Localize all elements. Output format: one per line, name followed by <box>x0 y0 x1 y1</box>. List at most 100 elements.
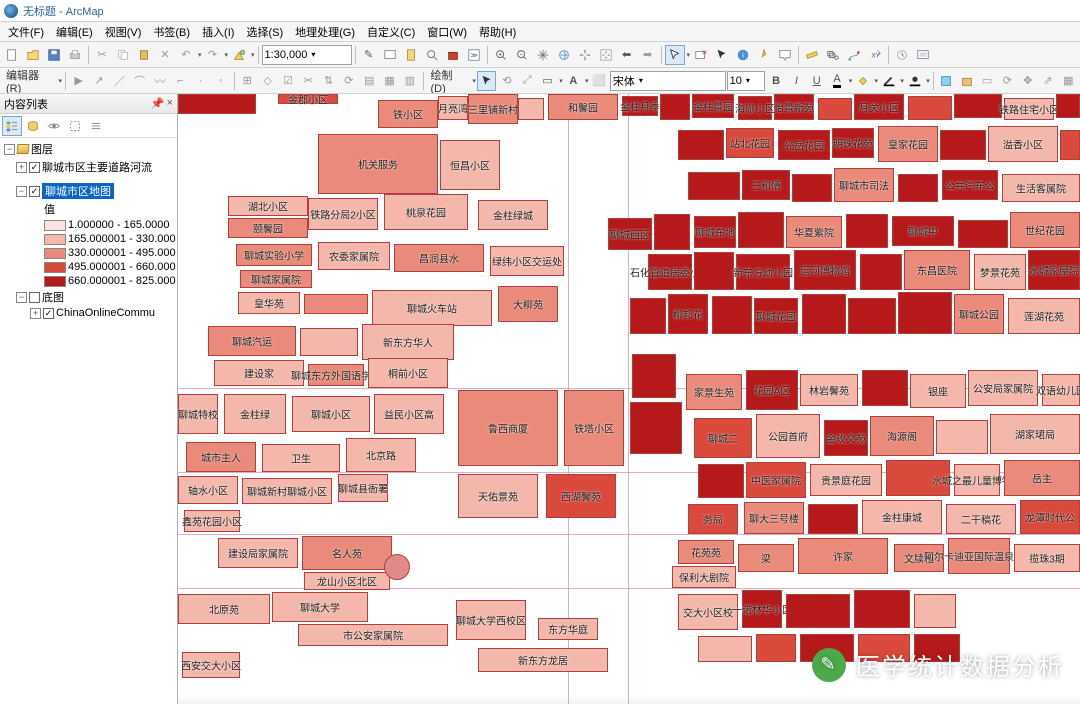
menu-file[interactable]: 文件(F) <box>2 22 50 42</box>
marker-color-icon[interactable] <box>905 71 924 91</box>
map-polygon[interactable]: 湖家珺局 <box>990 414 1080 454</box>
menu-bookmark[interactable]: 书签(B) <box>147 22 196 42</box>
zoom-in-icon[interactable]: + <box>491 45 511 65</box>
map-polygon[interactable]: 保利大剧院 <box>672 566 736 588</box>
catalog-icon[interactable] <box>401 45 421 65</box>
fixed-zoom-out-icon[interactable] <box>596 45 616 65</box>
end-point-icon[interactable]: ◦ <box>211 71 230 91</box>
map-polygon[interactable]: 公安局家属院 <box>968 370 1038 406</box>
bold-icon[interactable]: B <box>766 71 785 91</box>
map-polygon[interactable]: 阿尔卡迪亚国际温泉酒店 <box>948 538 1010 574</box>
legend-class-1[interactable]: 165.000001 - 330.000 <box>0 232 177 246</box>
right-angle-icon[interactable]: ⌐ <box>171 71 190 91</box>
map-polygon[interactable]: 聊城中 <box>892 216 954 246</box>
attributes-icon[interactable]: ▤ <box>360 71 379 91</box>
pan-icon[interactable] <box>533 45 553 65</box>
new-doc-icon[interactable] <box>2 45 22 65</box>
midpoint-icon[interactable]: · <box>191 71 210 91</box>
map-polygon[interactable]: 西湖馨苑 <box>546 474 616 518</box>
map-polygon[interactable] <box>792 174 832 202</box>
map-polygon[interactable]: 聊城小区 <box>292 396 370 432</box>
list-by-source-icon[interactable] <box>23 116 43 136</box>
map-polygon[interactable] <box>848 298 896 334</box>
menu-insert[interactable]: 插入(I) <box>196 22 240 42</box>
map-polygon[interactable]: 新东方龙居 <box>478 648 608 672</box>
map-polygon[interactable]: 聊城花园 <box>754 298 798 334</box>
map-polygon[interactable] <box>802 294 846 334</box>
underline-icon[interactable]: U <box>807 71 826 91</box>
edit-vertices-icon[interactable]: ◇ <box>258 71 277 91</box>
map-polygon[interactable]: 聊城东方外国语学校 <box>308 364 364 386</box>
map-polygon[interactable]: 聊城二 <box>694 418 752 458</box>
map-polygon[interactable]: 绿纬小区交运处 <box>490 246 564 276</box>
map-polygon[interactable]: 金柱月季 <box>622 96 658 116</box>
map-polygon[interactable]: 东昌医院 <box>904 250 970 290</box>
map-polygon[interactable]: 铁塔小区 <box>564 390 624 466</box>
list-by-drawing-icon[interactable] <box>2 116 22 136</box>
map-polygon[interactable]: 大柳苑 <box>498 286 558 322</box>
map-polygon[interactable] <box>304 294 368 314</box>
tree-layer-china[interactable]: +✓ChinaOnlineCommu <box>0 306 177 320</box>
map-polygon[interactable] <box>630 298 666 334</box>
viewer-icon[interactable] <box>380 45 400 65</box>
map-polygon[interactable]: 一诺林华小区 <box>742 590 782 628</box>
map-polygon[interactable]: 聊城公园 <box>954 294 1004 334</box>
map-polygon[interactable]: 金柱绿城 <box>478 200 548 230</box>
menu-geoprocessing[interactable]: 地理处理(G) <box>289 22 361 42</box>
cut-poly-icon[interactable]: ✂ <box>299 71 318 91</box>
map-polygon[interactable]: 轴水小区 <box>178 476 238 504</box>
html-popup-icon[interactable] <box>775 45 795 65</box>
map-polygon[interactable] <box>698 636 752 662</box>
menu-view[interactable]: 视图(V) <box>99 22 148 42</box>
menu-edit[interactable]: 编辑(E) <box>50 22 99 42</box>
map-polygon[interactable]: 花园A区 <box>746 370 798 410</box>
map-polygon[interactable] <box>846 214 888 248</box>
map-polygon[interactable]: 溢香小区 <box>988 126 1058 162</box>
map-polygon[interactable] <box>862 370 908 406</box>
map-polygon[interactable]: 聊城新村聊城小区 <box>242 478 332 504</box>
map-polygon[interactable]: 花苑苑 <box>678 540 734 564</box>
map-polygon[interactable]: 颐馨园 <box>228 218 308 238</box>
menu-help[interactable]: 帮助(H) <box>473 22 522 42</box>
italic-icon[interactable]: I <box>787 71 806 91</box>
map-polygon[interactable]: 龙潭时代公 <box>1020 500 1080 534</box>
map-polygon[interactable]: 华夏紫院 <box>786 216 842 248</box>
rotate-draw-icon[interactable]: ⟲ <box>497 71 516 91</box>
new-text-icon[interactable]: A <box>564 71 583 91</box>
create-viewer-icon[interactable] <box>913 45 933 65</box>
delete-icon[interactable]: ✕ <box>155 45 175 65</box>
map-polygon[interactable]: 北原苑 <box>178 594 270 624</box>
map-polygon[interactable]: 桐前小区 <box>368 358 448 388</box>
menu-customize[interactable]: 自定义(C) <box>361 22 421 42</box>
map-polygon[interactable] <box>860 254 902 290</box>
map-polygon[interactable]: 岳主 <box>1004 460 1080 496</box>
font-combo[interactable]: 宋体▾ <box>610 71 726 91</box>
legend-class-3[interactable]: 495.000001 - 660.000 <box>0 260 177 274</box>
map-polygon[interactable]: 水城家屋院 <box>1028 250 1080 290</box>
reshape-icon[interactable]: ☑ <box>278 71 297 91</box>
rotate-icon[interactable]: ⟳ <box>339 71 358 91</box>
map-polygon[interactable] <box>854 590 910 628</box>
map-polygon[interactable]: 西安交大小区 <box>182 652 240 678</box>
map-polygon[interactable]: 名人苑 <box>302 536 392 570</box>
map-polygon[interactable] <box>818 98 852 120</box>
map-polygon[interactable]: 水城之最儿童博物院 <box>954 464 1000 496</box>
full-extent-icon[interactable] <box>554 45 574 65</box>
map-polygon[interactable] <box>654 214 690 250</box>
map-polygon[interactable]: 公共汽车公 <box>942 170 998 200</box>
map-polygon[interactable] <box>518 98 544 120</box>
map-polygon[interactable]: 二干稿花 <box>946 504 1016 534</box>
map-polygon[interactable] <box>698 464 744 498</box>
cut-icon[interactable]: ✂ <box>92 45 112 65</box>
map-polygon[interactable]: 聊城西区 <box>608 218 652 250</box>
edit-anno-icon[interactable]: ↗ <box>89 71 108 91</box>
map-polygon[interactable]: 聊城大学 <box>272 592 368 622</box>
map-polygon[interactable] <box>756 634 796 662</box>
font-size-combo[interactable]: 10▾ <box>727 71 766 91</box>
legend-class-4[interactable]: 660.000001 - 825.000 <box>0 274 177 288</box>
map-polygon[interactable]: 生活客属院 <box>1002 174 1080 202</box>
map-polygon[interactable]: 新东方幼儿园 <box>736 254 790 290</box>
font-color-icon[interactable]: A <box>827 71 846 91</box>
map-polygon[interactable]: 皇华苑 <box>238 292 300 314</box>
map-polygon[interactable]: 恒昌小区 <box>440 140 500 190</box>
